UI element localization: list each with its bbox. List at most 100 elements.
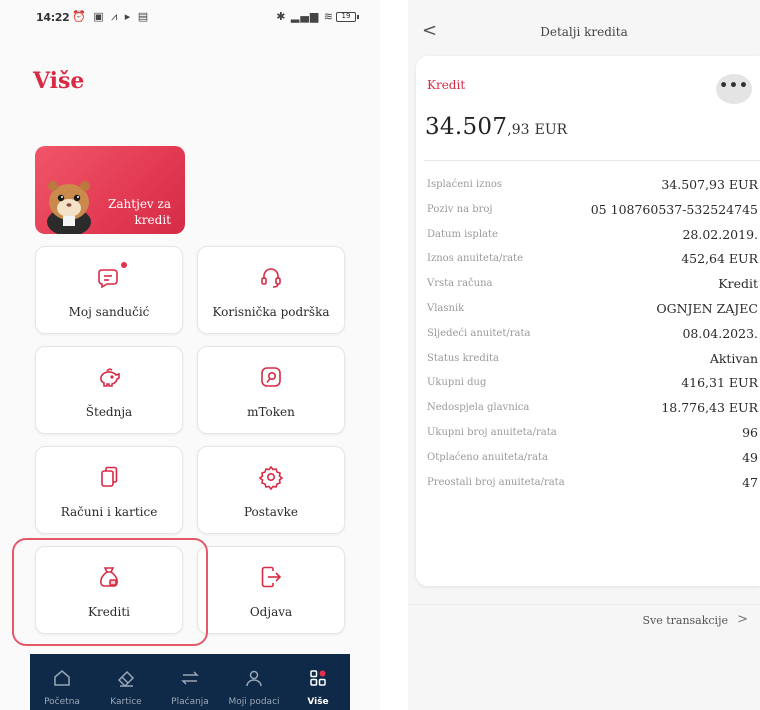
more-screen: 14:22 ⏰ ▣ ⩘ ▸ ▤ ✱ ▂▄▆ ≋ 19 Više Zahtjev … — [0, 0, 380, 710]
cards-icon — [101, 466, 118, 487]
detail-label: Sljedeći anuitet/rata — [427, 327, 531, 339]
tab-label: Moji podaci — [228, 697, 280, 707]
tile-accounts-cards[interactable]: Računi i kartice — [35, 446, 183, 534]
all-transactions-label: Sve transakcije — [642, 614, 728, 627]
tile-label: Postavke — [243, 505, 299, 519]
tile-logout[interactable]: Odjava — [197, 546, 345, 634]
tile-label: Moj sandučić — [68, 305, 150, 319]
amount-currency: EUR — [534, 122, 568, 138]
detail-value: OGNJEN ZAJEC — [656, 300, 758, 316]
tab-home[interactable]: Početna — [30, 654, 94, 710]
detail-row: Status kredita Aktivan — [416, 348, 760, 373]
detail-value: Kredit — [718, 276, 758, 292]
tile-label: Štednja — [85, 405, 133, 419]
tab-label: Početna — [44, 697, 80, 707]
battery-icon: 19 — [336, 12, 359, 22]
tile-label: Računi i kartice — [60, 505, 158, 519]
detail-label: Status kredita — [427, 352, 499, 364]
chevron-right-icon: > — [737, 612, 748, 627]
headset-icon — [261, 268, 281, 288]
tile-label: Krediti — [88, 605, 130, 619]
signal-wifi-icons: ✱ ▂▄▆ ≋ — [276, 10, 334, 23]
tab-label: Plaćanja — [171, 697, 209, 707]
detail-row: Ukupni dug 416,31 EUR — [416, 372, 760, 397]
tile-loans[interactable]: Krediti — [35, 546, 183, 634]
divider — [424, 160, 760, 161]
account-type-label: Kredit — [427, 78, 466, 92]
tab-cards[interactable]: Kartice — [94, 654, 158, 710]
notification-icons: ⏰ ▣ ⩘ ▸ ▤ — [72, 10, 151, 23]
detail-value: 96 — [742, 424, 758, 440]
piggy-bank-icon — [100, 368, 120, 387]
detail-label: Preostali broj anuiteta/rata — [427, 476, 565, 488]
tab-label: Više — [307, 697, 329, 707]
detail-label: Poziv na broj — [427, 203, 493, 215]
money-bag-icon — [100, 567, 118, 587]
bottom-tab-bar: Početna Kartice Plaćanja Moji podaci Viš… — [30, 654, 350, 710]
detail-value: 08.04.2023. — [682, 325, 758, 341]
tile-mailbox[interactable]: Moj sandučić — [35, 246, 183, 334]
divider — [408, 604, 760, 605]
nav-title: Detalji kredita — [540, 25, 628, 39]
loan-request-banner[interactable]: Zahtjev za kredit — [35, 146, 185, 234]
detail-label: Nedospjela glavnica — [427, 402, 530, 414]
banner-text: Zahtjev za kredit — [108, 197, 171, 227]
tab-more[interactable]: Više — [286, 654, 350, 710]
card-icon — [117, 670, 135, 688]
detail-value: 49 — [742, 449, 758, 465]
detail-value: Aktivan — [709, 350, 758, 366]
tile-label: Odjava — [249, 605, 293, 619]
detail-label: Ukupni broj anuiteta/rata — [427, 426, 557, 438]
tab-label: Kartice — [110, 697, 142, 707]
status-time: 14:22 — [36, 11, 70, 24]
loan-amount: 34.507,93 EUR — [425, 114, 567, 140]
detail-value: 452,64 EUR — [681, 251, 758, 267]
tile-settings[interactable]: Postavke — [197, 446, 345, 534]
tile-mtoken[interactable]: mToken — [197, 346, 345, 434]
tile-savings[interactable]: Štednja — [35, 346, 183, 434]
detail-row: Datum isplate 28.02.2019. — [416, 224, 760, 249]
status-bar: 14:22 ⏰ ▣ ⩘ ▸ ▤ ✱ ▂▄▆ ≋ 19 — [36, 9, 359, 27]
nav-bar: < Detalji kredita — [408, 20, 760, 48]
detail-value: 34.507,93 EUR — [661, 177, 758, 192]
detail-label: Vrsta računa — [427, 278, 493, 290]
detail-row: Ukupni broj anuiteta/rata 96 — [416, 422, 760, 447]
user-icon — [246, 670, 262, 687]
detail-row: Preostali broj anuiteta/rata 47 — [416, 472, 760, 497]
all-transactions-link[interactable]: Sve transakcije > — [408, 610, 758, 634]
detail-label: Isplaćeni iznos — [427, 179, 503, 190]
detail-value: 47 — [742, 474, 758, 490]
detail-row: Sljedeći anuitet/rata 08.04.2023. — [416, 323, 760, 348]
details-list: Isplaćeni iznos 34.507,93 EUR Poziv na br… — [416, 174, 760, 496]
detail-row: Vlasnik OGNJEN ZAJEC — [416, 298, 760, 323]
detail-label: Otplaćeno anuiteta/rata — [427, 451, 548, 463]
grid-icon — [310, 670, 326, 686]
detail-value: 28.02.2019. — [682, 226, 758, 242]
detail-row: Poziv na broj 05 108760537-532524745 — [416, 199, 760, 224]
detail-value: 05 108760537-532524745 — [590, 201, 758, 217]
loan-details-screen: < Detalji kredita Kredit ••• 34.507,93 E… — [408, 0, 760, 710]
logout-icon — [261, 566, 282, 588]
tile-support[interactable]: Korisnička podrška — [197, 246, 345, 334]
tile-label: Korisnička podrška — [212, 305, 330, 319]
detail-row: Isplaćeni iznos 34.507,93 EUR — [416, 174, 760, 199]
tab-payments[interactable]: Plaćanja — [158, 654, 222, 710]
loan-card: Kredit ••• 34.507,93 EUR Isplaćeni iznos… — [416, 56, 760, 586]
page-title: Više — [33, 68, 85, 94]
mailbox-icon — [98, 269, 118, 289]
transfer-icon — [181, 671, 199, 685]
home-icon — [54, 670, 70, 686]
tab-my-data[interactable]: Moji podaci — [222, 654, 286, 710]
detail-row: Vrsta računa Kredit — [416, 273, 760, 298]
detail-value: 416,31 EUR — [681, 375, 758, 391]
more-options-button[interactable]: ••• — [716, 74, 752, 104]
amount-decimal: ,93 — [507, 122, 530, 138]
tile-label: mToken — [247, 405, 295, 419]
amount-integer: 34.507 — [425, 114, 508, 140]
detail-label: Ukupni dug — [427, 377, 487, 389]
token-icon — [261, 367, 281, 387]
detail-label: Vlasnik — [427, 302, 465, 314]
unread-badge — [121, 262, 127, 268]
detail-row: Otplaćeno anuiteta/rata 49 — [416, 447, 760, 472]
detail-row: Nedospjela glavnica 18.776,43 EUR — [416, 397, 760, 422]
